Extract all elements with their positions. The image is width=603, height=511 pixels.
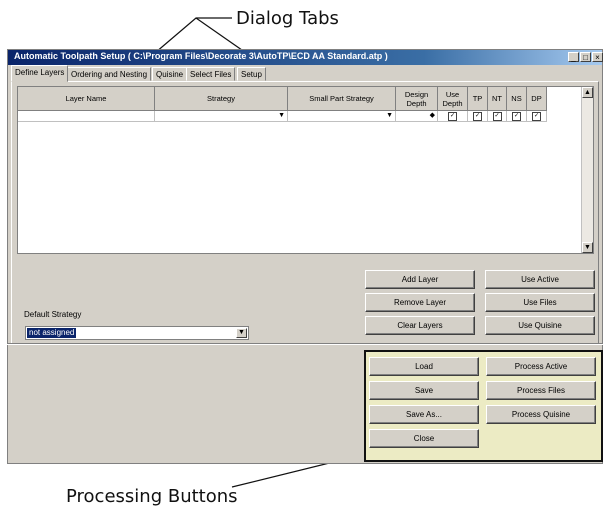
scroll-up-icon[interactable]: ▲	[582, 87, 593, 98]
process-quisine-button[interactable]: Process Quisine	[486, 405, 596, 424]
title-bar[interactable]: Automatic Toolpath Setup ( C:\Program Fi…	[8, 50, 603, 65]
cell-layer-name[interactable]	[18, 111, 155, 122]
close-button[interactable]: Close	[369, 429, 479, 448]
processing-buttons-callout: Processing Buttons	[66, 486, 238, 507]
process-files-button[interactable]: Process Files	[486, 381, 596, 400]
remove-layer-button[interactable]: Remove Layer	[365, 293, 475, 312]
use-quisine-button[interactable]: Use Quisine	[485, 316, 595, 335]
spinner-icon[interactable]: ◆	[430, 111, 435, 121]
cell-dp[interactable]: ✓	[527, 111, 547, 122]
column-use-depth[interactable]: Use Depth	[438, 87, 468, 111]
grid-scrollbar[interactable]: ▲ ▼	[581, 87, 593, 253]
layers-grid[interactable]: Layer Name Strategy Small Part Strategy …	[17, 86, 594, 254]
checkbox-icon[interactable]: ✓	[473, 112, 482, 121]
maximize-button[interactable]: □	[580, 52, 591, 62]
close-window-button[interactable]: ×	[592, 52, 603, 62]
column-small-part-strategy[interactable]: Small Part Strategy	[288, 87, 396, 111]
tab-setup[interactable]: Setup	[237, 67, 266, 81]
scroll-down-icon[interactable]: ▼	[582, 242, 593, 253]
save-as-button[interactable]: Save As...	[369, 405, 479, 424]
divider	[7, 343, 603, 345]
checkbox-icon[interactable]: ✓	[492, 112, 502, 121]
use-files-button[interactable]: Use Files	[485, 293, 595, 312]
cell-small-part-strategy[interactable]: ▼	[288, 111, 396, 122]
checkbox-icon[interactable]: ✓	[532, 112, 541, 121]
dropdown-arrow-icon[interactable]: ▼	[386, 111, 393, 121]
minimize-button[interactable]: _	[568, 52, 579, 62]
checkbox-icon[interactable]: ✓	[512, 112, 521, 121]
column-layer-name[interactable]: Layer Name	[18, 87, 155, 111]
process-active-button[interactable]: Process Active	[486, 357, 596, 376]
dropdown-arrow-icon[interactable]: ▼	[278, 111, 285, 121]
column-design-depth[interactable]: Design Depth	[396, 87, 438, 111]
use-active-button[interactable]: Use Active	[485, 270, 595, 289]
tab-ordering-and-nesting[interactable]: Ordering and Nesting	[67, 67, 152, 81]
add-layer-button[interactable]: Add Layer	[365, 270, 475, 289]
cell-use-depth[interactable]: ✓	[438, 111, 468, 122]
cell-strategy[interactable]: ▼	[155, 111, 288, 122]
window-title: Automatic Toolpath Setup ( C:\Program Fi…	[14, 51, 388, 61]
default-strategy-value: not assigned	[27, 328, 77, 338]
tab-quisine[interactable]: Quisine	[152, 67, 188, 81]
clear-layers-button[interactable]: Clear Layers	[365, 316, 475, 335]
column-ns[interactable]: NS	[507, 87, 527, 111]
load-button[interactable]: Load	[369, 357, 479, 376]
cell-nt[interactable]: ✓	[488, 111, 507, 122]
column-nt[interactable]: NT	[488, 87, 507, 111]
column-strategy[interactable]: Strategy	[155, 87, 288, 111]
chevron-down-icon[interactable]: ▼	[236, 328, 247, 338]
save-button[interactable]: Save	[369, 381, 479, 400]
cell-ns[interactable]: ✓	[507, 111, 527, 122]
column-dp[interactable]: DP	[527, 87, 547, 111]
cell-design-depth[interactable]: ◆	[396, 111, 438, 122]
column-tp[interactable]: TP	[468, 87, 488, 111]
tab-select-files[interactable]: Select Files	[186, 67, 236, 81]
default-strategy-select[interactable]: not assigned ▼	[25, 326, 249, 340]
default-strategy-label: Default Strategy	[24, 310, 82, 319]
cell-tp[interactable]: ✓	[468, 111, 488, 122]
tab-define-layers[interactable]: Define Layers	[11, 65, 69, 82]
checkbox-icon[interactable]: ✓	[448, 112, 457, 121]
